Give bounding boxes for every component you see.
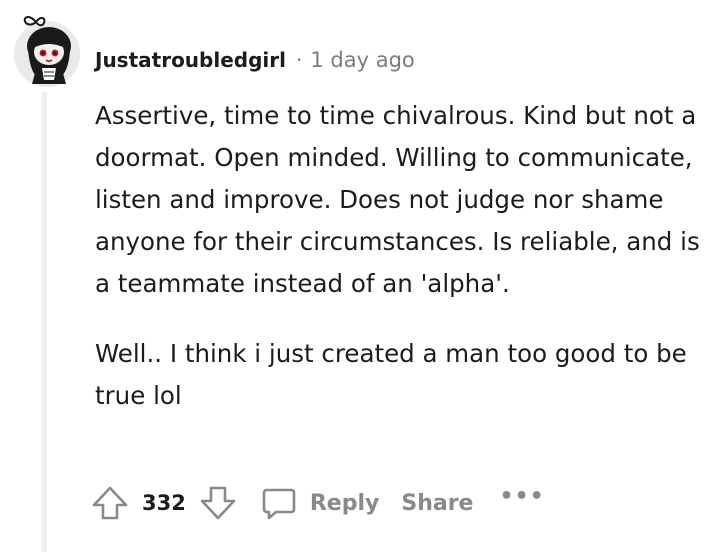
avatar[interactable] [12, 10, 82, 88]
reply-button[interactable]: Reply [260, 484, 380, 522]
comment-action-bar: 332 Reply Share ••• [90, 480, 545, 526]
username-link[interactable]: Justatroubledgirl [95, 48, 286, 72]
share-button[interactable]: Share [401, 491, 473, 516]
avatar-icon [14, 16, 80, 87]
comment-meta: Justatroubledgirl · 1 day ago [95, 44, 415, 76]
timestamp[interactable]: 1 day ago [310, 48, 414, 72]
downvote-arrow-icon [200, 486, 236, 520]
comment-bubble-icon [262, 488, 296, 520]
reply-label: Reply [309, 490, 380, 516]
downvote-button[interactable] [198, 483, 238, 523]
comment-body: Assertive, time to time chivalrous. Kind… [95, 95, 715, 417]
more-options-button[interactable]: ••• [499, 484, 544, 509]
upvote-arrow-icon [92, 486, 128, 520]
vote-score: 332 [142, 491, 186, 515]
upvote-button[interactable] [90, 483, 130, 523]
thread-line[interactable] [42, 92, 47, 552]
comment-paragraph: Assertive, time to time chivalrous. Kind… [95, 101, 700, 298]
meta-separator: · [296, 48, 303, 72]
comment-paragraph: Well.. I think i just created a man too … [95, 339, 687, 410]
